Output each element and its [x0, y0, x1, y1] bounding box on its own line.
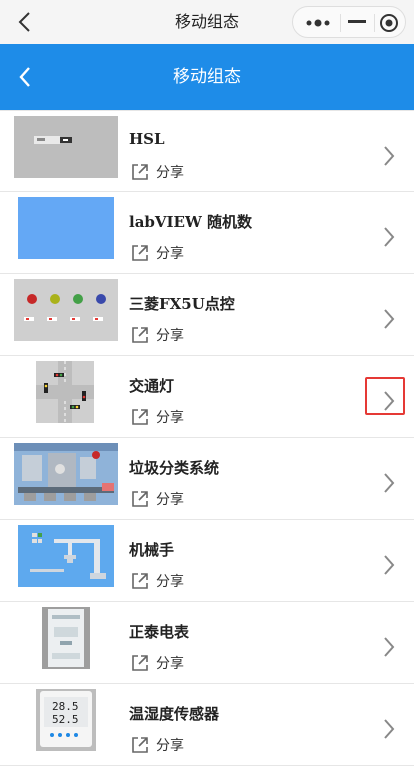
list-item[interactable]: labVIEW 随机数 分享 — [0, 192, 414, 274]
share-button[interactable]: 分享 — [130, 488, 184, 510]
electric-meter-thumbnail — [14, 607, 118, 669]
item-name: 交通灯 — [129, 377, 175, 395]
item-name: 机械手 — [129, 541, 175, 559]
share-button[interactable]: 分享 — [130, 242, 184, 264]
share-label: 分享 — [156, 246, 184, 262]
hsl-thumbnail — [14, 116, 118, 178]
share-icon — [132, 245, 148, 261]
humidity-reading: 52.5 — [52, 713, 79, 726]
share-icon — [132, 164, 148, 180]
share-icon — [132, 409, 148, 425]
page-header: 移动组态 — [0, 44, 414, 110]
share-icon — [132, 573, 148, 589]
list-item[interactable]: 28.5 52.5 温湿度传感器 分享 — [0, 684, 414, 766]
chevron-right-icon[interactable] — [382, 145, 396, 167]
page-title: 移动组态 — [173, 67, 241, 87]
share-button[interactable]: 分享 — [130, 324, 184, 346]
item-name: HSL — [129, 130, 165, 148]
share-label: 分享 — [156, 410, 184, 426]
list-item[interactable]: 正泰电表 分享 — [0, 602, 414, 684]
more-dots-icon[interactable] — [305, 18, 333, 28]
close-target-icon[interactable] — [379, 13, 399, 33]
minimize-icon[interactable] — [348, 20, 366, 24]
list-item[interactable]: 交通灯 分享 — [0, 356, 414, 438]
share-button[interactable]: 分享 — [130, 570, 184, 592]
share-icon — [132, 655, 148, 671]
chevron-right-icon[interactable] — [382, 308, 396, 330]
share-label: 分享 — [156, 328, 184, 344]
share-button[interactable]: 分享 — [130, 406, 184, 428]
share-icon — [132, 327, 148, 343]
item-name: 正泰电表 — [129, 623, 190, 641]
share-button[interactable]: 分享 — [130, 161, 184, 183]
list-item[interactable]: HSL 分享 — [0, 110, 414, 192]
list-item[interactable]: 垃圾分类系统 分享 — [0, 438, 414, 520]
temperature-reading: 28.5 — [52, 700, 79, 713]
capsule-divider — [340, 14, 341, 32]
chevron-right-icon[interactable] — [382, 472, 396, 494]
item-name: 温湿度传感器 — [129, 705, 220, 723]
share-button[interactable]: 分享 — [130, 652, 184, 674]
list-item[interactable]: 机械手 分享 — [0, 520, 414, 602]
blue-thumbnail — [14, 197, 118, 259]
temp-humidity-sensor-thumbnail: 28.5 52.5 — [14, 689, 118, 751]
list-item[interactable]: 三菱FX5U点控 分享 — [0, 274, 414, 356]
chevron-right-icon[interactable] — [382, 718, 396, 740]
project-list: HSL 分享 labVIEW 随机数 分享 三菱FX5U点控 分享 交通灯 分享… — [0, 110, 414, 766]
item-name: labVIEW 随机数 — [129, 213, 253, 231]
chevron-right-icon[interactable] — [382, 390, 396, 412]
share-label: 分享 — [156, 574, 184, 590]
capsule-menu — [292, 6, 406, 38]
share-icon — [132, 737, 148, 753]
share-label: 分享 — [156, 165, 184, 181]
share-button[interactable]: 分享 — [130, 734, 184, 756]
item-name: 三菱FX5U点控 — [129, 295, 235, 313]
share-icon — [132, 491, 148, 507]
chevron-right-icon[interactable] — [382, 554, 396, 576]
item-name: 垃圾分类系统 — [129, 459, 220, 477]
share-label: 分享 — [156, 492, 184, 508]
indicator-lights-thumbnail — [14, 279, 118, 341]
robot-arm-thumbnail — [14, 525, 118, 587]
chevron-right-icon[interactable] — [382, 226, 396, 248]
traffic-light-thumbnail — [14, 361, 118, 423]
share-label: 分享 — [156, 738, 184, 754]
share-label: 分享 — [156, 656, 184, 672]
wechat-nav-bar: 移动组态 — [0, 0, 414, 44]
capsule-divider — [374, 14, 375, 32]
garbage-sorting-thumbnail — [14, 443, 118, 505]
chevron-right-icon[interactable] — [382, 636, 396, 658]
